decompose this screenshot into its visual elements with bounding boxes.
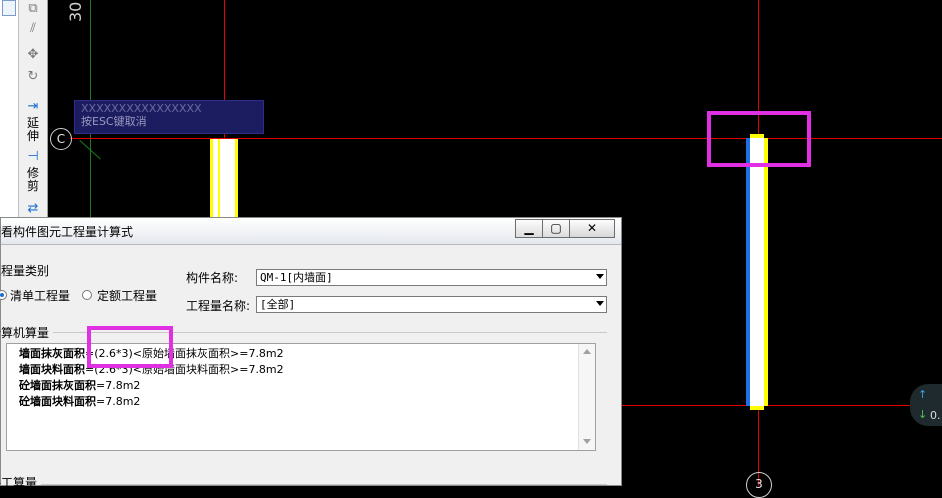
wall-left-yellow-inner xyxy=(218,139,220,218)
wall-right-segment[interactable] xyxy=(744,134,770,410)
dialog-title: 查看构件图元工程量计算式 xyxy=(0,225,134,239)
highlight-box-formula xyxy=(87,326,173,368)
view-navigation-control[interactable]: ↑ ↓ 0. xyxy=(910,384,942,426)
toolbar-list-box[interactable] xyxy=(2,0,16,16)
nav-up-icon[interactable]: ↑ xyxy=(918,388,927,401)
dialog-title-bar[interactable]: 查看构件图元工程量计算式 ▁ ▢ ✕ xyxy=(0,218,621,245)
component-name-select[interactable]: QM-1[内墙面] xyxy=(256,269,607,286)
extend-label[interactable]: 延伸 xyxy=(24,117,42,143)
trim-label[interactable]: 修剪 xyxy=(24,167,42,193)
extend-icon[interactable]: ⇥ xyxy=(22,98,44,116)
close-button[interactable]: ✕ xyxy=(569,219,615,238)
axis-bubble-3: 3 xyxy=(746,472,772,498)
chevron-down-icon xyxy=(596,301,604,306)
wall-right-yellow-edge xyxy=(764,138,768,406)
formula-line: 砼墙面块料面积=7.8m2 xyxy=(19,395,141,408)
move-icon[interactable]: ✥ xyxy=(22,46,44,64)
quantity-name-select[interactable]: [全部] xyxy=(256,296,607,313)
axis-number: 30 xyxy=(66,1,85,22)
red-axis-horizontal xyxy=(70,138,942,139)
mirror-icon[interactable]: ⫽ xyxy=(22,20,44,38)
component-name-value: QM-1[内墙面] xyxy=(260,271,333,284)
wall-left-yellow-outer-r xyxy=(235,139,238,218)
minimize-button[interactable]: ▁ xyxy=(515,219,543,238)
wall-left-core xyxy=(213,139,235,218)
radio-quota-quantity-label[interactable]: 定额工程量 xyxy=(97,287,157,304)
chevron-down-icon xyxy=(596,274,604,279)
copy-icon[interactable]: ⧉ xyxy=(22,0,44,18)
wall-right-core xyxy=(750,138,764,406)
computer-section-label: 计算机算量 xyxy=(0,326,50,340)
formula-line: 砼墙面抹灰面积=7.8m2 xyxy=(19,379,141,392)
radio-list-quantity-label[interactable]: 清单工程量 xyxy=(10,287,70,304)
toolbar-side-strip xyxy=(0,0,19,218)
component-name-label: 构件名称: xyxy=(186,271,239,285)
maximize-button[interactable]: ▢ xyxy=(542,219,570,238)
nav-value: 0. xyxy=(930,409,941,422)
more-tools-icon[interactable]: ⇄ xyxy=(22,200,44,218)
quantity-name-label: 工程量名称: xyxy=(186,299,251,313)
tooltip-line-1: XXXXXXXXXXXXXXXX xyxy=(81,102,202,115)
radio-quota-quantity[interactable] xyxy=(82,290,92,300)
wall-left-segment[interactable] xyxy=(210,139,238,218)
left-toolbar: ⧉ ⫽ ✥ ↻ ⇥ 延伸 ⊣ 修剪 ⇄ xyxy=(0,0,48,218)
scroll-down-icon[interactable] xyxy=(583,439,591,444)
wall-right-bottom-cap xyxy=(750,406,764,410)
command-tooltip: XXXXXXXXXXXXXXXX 按ESC键取消 xyxy=(74,100,264,134)
quantity-type-group-label: 工程量类别 xyxy=(0,264,50,278)
quantity-name-value: [全部] xyxy=(260,298,296,311)
tooltip-line-2: 按ESC键取消 xyxy=(81,115,147,128)
radio-list-quantity[interactable] xyxy=(0,290,7,300)
red-axis-horizontal-lower xyxy=(622,405,942,406)
highlight-box-wall-top xyxy=(707,111,811,167)
nav-down-icon[interactable]: ↓ xyxy=(918,408,927,421)
manual-section-label: 手工算量 xyxy=(0,476,38,490)
axis-bubble-c: C xyxy=(50,128,72,150)
textarea-scrollbar[interactable] xyxy=(578,344,595,450)
trim-icon[interactable]: ⊣ xyxy=(22,148,44,166)
rotate-icon[interactable]: ↻ xyxy=(22,68,44,86)
manual-section-divider xyxy=(41,484,607,485)
scroll-up-icon[interactable] xyxy=(583,349,591,354)
